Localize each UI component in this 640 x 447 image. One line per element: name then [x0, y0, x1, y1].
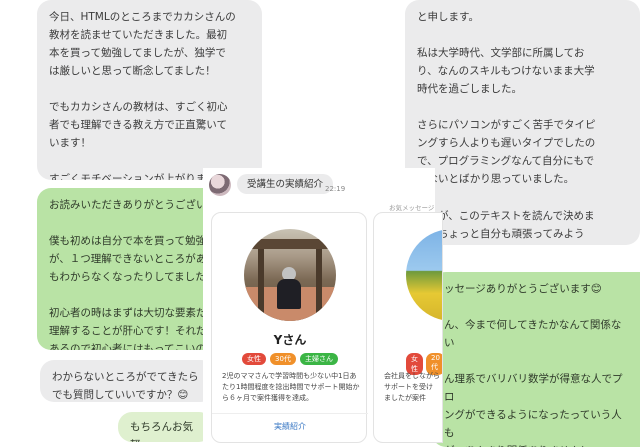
testimonial-tags: 女性 30代 主婦さん — [212, 353, 368, 365]
message-timestamp: 22:19 — [325, 185, 346, 193]
testimonial-link-button[interactable]: 実績紹介 — [212, 421, 368, 432]
testimonial-description-next: 会社員をしながら サポートを受け ましたが案件 — [384, 372, 440, 402]
testimonial-card[interactable]: Yさん 女性 30代 主婦さん 2児のママさんで学習時間も少ない中1日あ たり1… — [211, 212, 368, 443]
message-bubble-student-3: と申します。 私は大学時代、文学部に所属してお り、なんのスキルもつけないまま大… — [405, 0, 640, 245]
message-link-label[interactable]: お気メッセージ — [389, 202, 434, 212]
card-divider — [212, 413, 368, 414]
testimonial-card-next[interactable]: 女性 20代 会社員をしながら サポートを受け ましたが案件 — [373, 212, 443, 443]
testimonial-name: Yさん — [273, 333, 307, 347]
message-bubble-reply-3: ッセージありがとうございます😊 ん、今まで何してきたかなんて関係ない ん理系でバ… — [432, 272, 640, 447]
tag-gender: 女性 — [242, 353, 267, 365]
line-card-message: 受講生の実績紹介 22:19 お気メッセージ Yさん 女性 30代 主婦さん 2… — [203, 168, 443, 447]
message-bubble-student-1: 今日、HTMLのところまでカカシさんの 教材を読ませていただきました。最初 本を… — [37, 0, 262, 180]
message-bubble-reply-1: お読みいただきありがとうござい 僕も初めは自分で本を買って勉強 が、１つ理解でき… — [37, 188, 227, 350]
message-bubble-student-2: わからないところがでてきたら でも質問していいですか？😊 — [40, 360, 215, 402]
tag-age: 30代 — [270, 353, 296, 365]
tag-occupation: 主婦さん — [299, 353, 338, 365]
message-bubble-reply-2: もちろんお気軽 — [118, 412, 213, 442]
card-title-bubble: 受講生の実績紹介 — [237, 174, 334, 194]
testimonial-photo-next — [406, 229, 442, 321]
testimonial-photo — [244, 229, 336, 321]
sender-avatar[interactable] — [209, 174, 231, 196]
testimonial-description: 2児のママさんで学習時間も少ない中1日あ たり1時間程度を捻出時間でサポート開始… — [222, 372, 360, 402]
